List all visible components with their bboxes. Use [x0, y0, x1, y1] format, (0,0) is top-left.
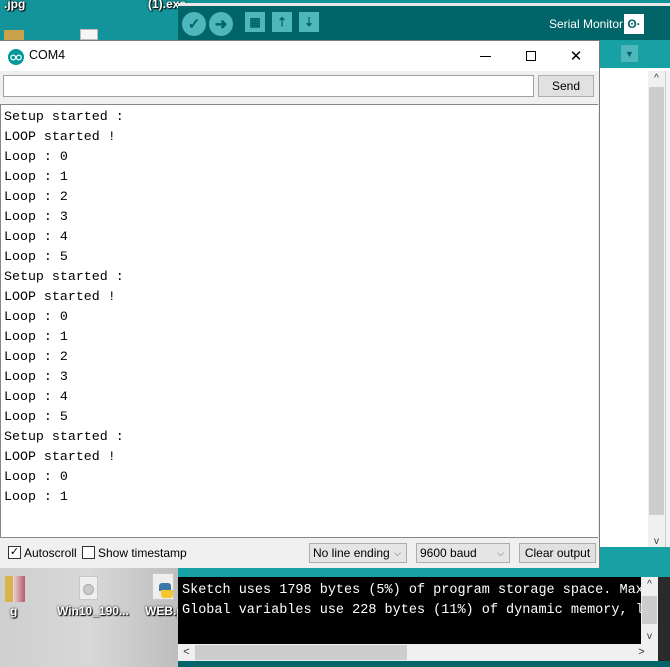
output-line: Loop : 1: [4, 169, 68, 184]
output-line: Loop : 3: [4, 369, 68, 384]
magnifier-icon: ʘ·: [627, 17, 641, 31]
close-icon: ✕: [569, 48, 583, 65]
output-line: Loop : 4: [4, 229, 68, 244]
output-line: Loop : 1: [4, 489, 68, 504]
line-ending-value: No line ending: [313, 546, 390, 560]
output-line: Loop : 1: [4, 329, 68, 344]
show-timestamp-label[interactable]: Show timestamp: [98, 546, 187, 560]
output-line: Loop : 0: [4, 149, 68, 164]
serial-input[interactable]: [3, 75, 534, 97]
output-line: Loop : 0: [4, 469, 68, 484]
maximize-icon: [526, 51, 536, 61]
python-file-icon[interactable]: [152, 573, 174, 600]
scroll-up-icon[interactable]: ^: [641, 579, 658, 590]
send-button[interactable]: Send: [538, 75, 594, 97]
minimize-button[interactable]: [462, 41, 508, 71]
console-horizontal-scrollbar[interactable]: < >: [178, 644, 658, 661]
disc-icon: [83, 584, 94, 595]
document-icon[interactable]: [80, 29, 98, 40]
folder-icon[interactable]: [4, 30, 24, 40]
new-file-icon: ▦: [249, 15, 261, 29]
scroll-down-icon[interactable]: v: [648, 536, 665, 547]
output-line: Loop : 4: [4, 389, 68, 404]
line-ending-select[interactable]: No line ending ⌵: [309, 543, 407, 563]
save-button[interactable]: ⇣: [299, 12, 319, 32]
arrow-right-icon: ➜: [214, 16, 228, 33]
ide-console: Sketch uses 1798 bytes (5%) of program s…: [178, 577, 648, 644]
options-bar: ✓ Autoscroll Show timestamp No line endi…: [0, 538, 599, 568]
output-line: LOOP started !: [4, 449, 116, 464]
serial-monitor-window: COM4 ✕ Send Setup started : LOOP started …: [0, 40, 600, 568]
scrollbar-thumb[interactable]: [195, 645, 407, 660]
ide-bottom-strip: [178, 661, 670, 667]
show-timestamp-checkbox[interactable]: [82, 546, 95, 559]
output-line: Loop : 2: [4, 189, 68, 204]
desktop-icon-label[interactable]: Win10_190...: [57, 604, 129, 618]
autoscroll-label[interactable]: Autoscroll: [24, 546, 77, 560]
scrollbar-thumb[interactable]: [649, 87, 664, 515]
maximize-button[interactable]: [508, 41, 554, 71]
console-line: Sketch uses 1798 bytes (5%) of program s…: [182, 583, 648, 598]
console-vertical-scrollbar[interactable]: ^ v: [641, 577, 658, 644]
desktop-file-label[interactable]: .jpg: [4, 0, 25, 11]
console-line: Global variables use 228 bytes (11%) of …: [182, 603, 648, 618]
scroll-right-icon[interactable]: >: [633, 644, 650, 661]
triangle-down-icon: ▼: [625, 48, 634, 59]
serial-output[interactable]: Setup started : LOOP started ! Loop : 0 Loo…: [0, 104, 598, 538]
ide-toolbar: ✓ ➜ ▦ ⇡ ⇣ Serial Monitor ʘ·: [178, 6, 670, 40]
verify-button[interactable]: ✓: [182, 12, 206, 36]
baud-rate-value: 9600 baud: [420, 546, 477, 560]
desktop-icon-label[interactable]: g: [10, 604, 17, 618]
window-title: COM4: [29, 48, 66, 62]
chevron-down-icon: ⌵: [394, 548, 401, 558]
output-line: Setup started :: [4, 269, 124, 284]
close-button[interactable]: ✕: [553, 41, 599, 71]
scroll-down-icon[interactable]: v: [641, 631, 658, 642]
ide-right-edge: [665, 71, 670, 547]
output-line: Loop : 2: [4, 349, 68, 364]
output-line: Setup started :: [4, 109, 124, 124]
upload-button[interactable]: ➜: [209, 12, 233, 36]
output-line: Loop : 3: [4, 209, 68, 224]
infinity-icon: [10, 53, 22, 61]
clear-output-button[interactable]: Clear output: [519, 543, 596, 563]
folder-image-icon[interactable]: [5, 576, 25, 602]
baud-rate-select[interactable]: 9600 baud ⌵: [416, 543, 510, 563]
serial-monitor-label: Serial Monitor: [548, 17, 623, 31]
minimize-icon: [479, 55, 491, 57]
output-line: LOOP started !: [4, 129, 116, 144]
arduino-logo-icon: [8, 49, 24, 65]
output-line: Loop : 5: [4, 409, 68, 424]
disc-image-icon[interactable]: [79, 576, 98, 600]
arrow-up-icon: ⇡: [276, 15, 288, 29]
scroll-left-icon[interactable]: <: [178, 644, 195, 661]
ide-border: [658, 577, 670, 661]
serial-monitor-button[interactable]: ʘ·: [624, 14, 644, 34]
title-bar[interactable]: COM4 ✕: [0, 41, 599, 71]
open-button[interactable]: ⇡: [272, 12, 292, 32]
send-row: Send: [0, 71, 599, 104]
python-logo-yellow: [161, 590, 173, 598]
checkmark-icon: ✓: [9, 546, 20, 558]
scroll-up-icon[interactable]: ^: [648, 73, 665, 84]
tab-menu-button[interactable]: ▼: [621, 45, 638, 62]
editor-vertical-scrollbar[interactable]: ^ v: [648, 71, 665, 549]
arrow-down-icon: ⇣: [303, 15, 315, 29]
scrollbar-thumb[interactable]: [642, 596, 657, 624]
autoscroll-checkbox[interactable]: ✓: [8, 546, 21, 559]
output-line: Loop : 0: [4, 309, 68, 324]
output-line: Setup started :: [4, 429, 124, 444]
checkmark-icon: ✓: [187, 16, 201, 33]
output-line: Loop : 5: [4, 249, 68, 264]
chevron-down-icon: ⌵: [497, 548, 504, 558]
new-sketch-button[interactable]: ▦: [245, 12, 265, 32]
output-line: LOOP started !: [4, 289, 116, 304]
